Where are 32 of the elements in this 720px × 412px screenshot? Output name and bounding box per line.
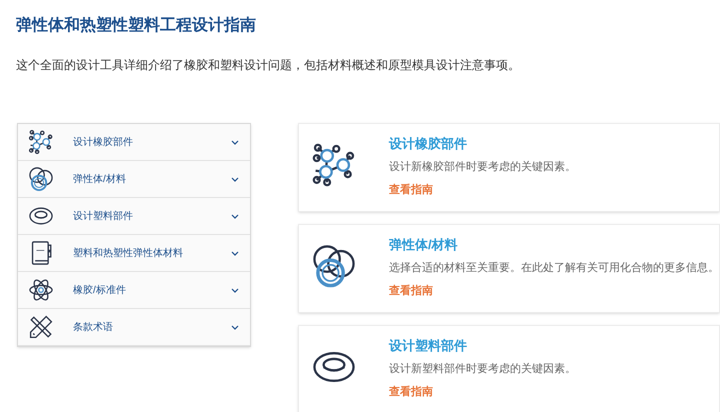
sidebar-label: 设计塑料部件: [73, 210, 134, 224]
sidebar-item[interactable]: 弹性体/材料: [18, 161, 250, 198]
chevron-down-icon: [231, 214, 239, 218]
card-title: 设计塑料部件: [389, 337, 468, 355]
sidebar-label: 塑料和热塑性弹性体材料: [73, 246, 184, 260]
chevron-down-icon: [231, 288, 239, 292]
chevron-down-icon: [231, 324, 239, 330]
chevron-down-icon: [231, 176, 239, 182]
card-text: 选择合适的材料至关重要。在此处了解有关可用化合物的更多信息。: [389, 260, 719, 276]
card-title: 弹性体/材料: [389, 236, 459, 254]
sidebar-item[interactable]: 橡胶/标准件: [18, 272, 250, 309]
atom-icon: [28, 277, 54, 303]
card-text: 设计新橡胶部件时要考虑的关键因素。: [389, 160, 576, 174]
page-title: 弹性体和热塑性塑料工程设计指南: [16, 15, 256, 36]
sidebar-label: 弹性体/材料: [73, 172, 127, 186]
sidebar-item[interactable]: 设计橡胶部件: [18, 124, 250, 161]
rings-icon: [311, 243, 357, 289]
sidebar-label: 设计橡胶部件: [73, 136, 134, 150]
network-icon: [311, 142, 357, 188]
sidebar-label: 条款术语: [73, 320, 114, 334]
network-icon: [28, 129, 54, 155]
sidebar-item[interactable]: 塑料和热塑性弹性体材料: [18, 235, 250, 272]
chevron-down-icon: [231, 250, 239, 256]
sidebar-label: 橡胶/标准件: [73, 284, 127, 298]
sidebar-item[interactable]: 设计塑料部件: [18, 198, 250, 235]
card-title: 设计橡胶部件: [389, 135, 468, 153]
rings-icon: [28, 166, 54, 192]
chevron-down-icon: [231, 140, 239, 144]
sidebar-item[interactable]: 条款术语: [18, 309, 250, 346]
page-description: 这个全面的设计工具详细介绍了橡胶和塑料设计问题，包括材料概述和原型模具设计注意事项。: [16, 57, 520, 74]
pencil-ruler-icon: [28, 314, 54, 340]
card-text: 设计新塑料部件时要考虑的关键因素。: [389, 362, 576, 376]
